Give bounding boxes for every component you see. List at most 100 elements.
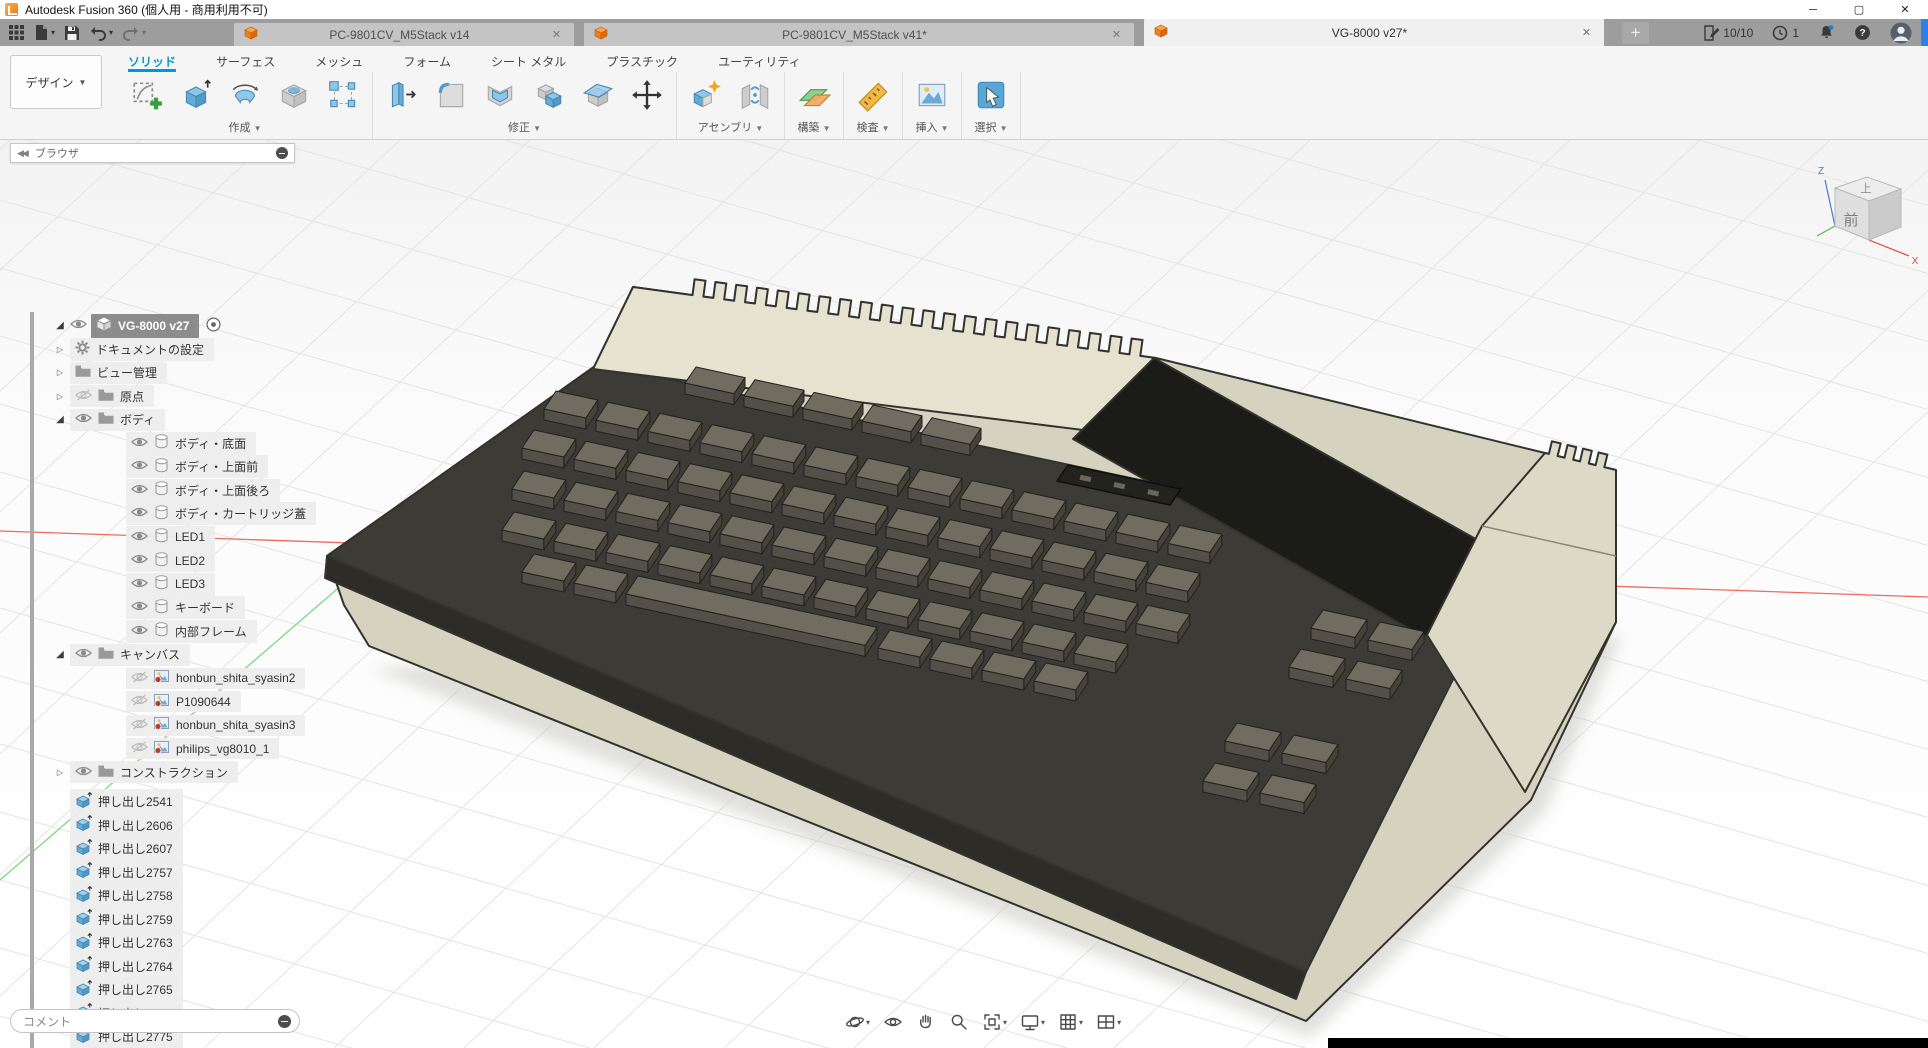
visibility-eye-icon[interactable]	[75, 412, 92, 427]
feature-row[interactable]: 押し出し2765	[10, 978, 310, 1002]
feature-row[interactable]: 押し出し2764	[10, 955, 310, 979]
insert-canvas-button[interactable]	[909, 74, 955, 116]
ribbon-tab-3[interactable]: フォーム	[403, 53, 451, 72]
browser-tree-item[interactable]: P1090644	[10, 690, 310, 714]
browser-tree-item[interactable]: キーボード	[10, 596, 310, 620]
feature-row[interactable]: 押し出し2541	[10, 790, 310, 814]
shell-button[interactable]	[477, 74, 523, 116]
measure-button[interactable]	[850, 74, 896, 116]
extrude-button[interactable]	[173, 74, 219, 116]
browser-tree-item[interactable]: honbun_shita_syasin2	[10, 667, 310, 691]
construction-plane-button[interactable]	[791, 74, 837, 116]
browser-tree-item[interactable]: ボディ・上面後ろ	[10, 479, 310, 503]
browser-tree-item[interactable]: ▷ドキュメントの設定	[10, 338, 310, 362]
expander-collapsed-icon[interactable]: ▷	[50, 368, 70, 377]
visibility-eye-icon[interactable]	[70, 318, 87, 333]
group-dropdown-label[interactable]: 作成 ▼	[124, 118, 366, 139]
notifications-clock-button[interactable]: 1	[1772, 25, 1799, 41]
browser-tree-item[interactable]: 内部フレーム	[10, 620, 310, 644]
grid-and-snaps-icon[interactable]: ▾	[1055, 1010, 1086, 1034]
revolve-button[interactable]	[222, 74, 268, 116]
pan-icon[interactable]	[913, 1010, 939, 1034]
feature-row[interactable]: 押し出し2759	[10, 908, 310, 932]
press-pull-button[interactable]	[379, 74, 425, 116]
visibility-eye-off-icon[interactable]	[131, 694, 148, 709]
visibility-eye-icon[interactable]	[131, 577, 148, 592]
browser-tree-item[interactable]: ▷コンストラクション	[10, 761, 310, 785]
group-dropdown-label[interactable]: アセンブリ ▼	[683, 118, 778, 139]
viewports-icon[interactable]: ▾	[1093, 1010, 1124, 1034]
new-component-button[interactable]	[683, 74, 729, 116]
group-dropdown-label[interactable]: 修正 ▼	[379, 118, 670, 139]
app-launcher-icon[interactable]	[8, 24, 25, 41]
visibility-eye-icon[interactable]	[131, 459, 148, 474]
combine-button[interactable]	[526, 74, 572, 116]
ribbon-tab-1[interactable]: サーフェス	[216, 53, 275, 72]
browser-tree-item[interactable]: LED2	[10, 549, 310, 573]
undo-icon[interactable]: ▾	[89, 25, 113, 41]
tab-close-icon[interactable]: ✕	[549, 26, 564, 43]
visibility-eye-icon[interactable]	[131, 436, 148, 451]
visibility-eye-icon[interactable]	[131, 624, 148, 639]
document-tab[interactable]: PC-9801CV_M5Stack v14✕	[234, 23, 574, 46]
avatar[interactable]	[1890, 22, 1912, 44]
feature-row[interactable]: 押し出し2758	[10, 884, 310, 908]
bell-icon[interactable]	[1818, 24, 1835, 41]
ribbon-tab-5[interactable]: プラスチック	[606, 53, 678, 72]
fillet-button[interactable]	[428, 74, 474, 116]
browser-minimize-icon[interactable]	[276, 147, 288, 159]
browser-tree-item[interactable]: philips_vg8010_1	[10, 737, 310, 761]
close-button[interactable]: ✕	[1882, 0, 1928, 19]
orbit-icon[interactable]: ▾	[842, 1010, 873, 1034]
feature-row[interactable]: 押し出し2606	[10, 814, 310, 838]
expander-expanded-icon[interactable]: ◢	[50, 649, 70, 660]
move-copy-button[interactable]	[624, 74, 670, 116]
browser-tree-item[interactable]: ▷ビュー管理	[10, 361, 310, 385]
select-button[interactable]	[968, 74, 1014, 116]
visibility-eye-icon[interactable]	[131, 483, 148, 498]
group-dropdown-label[interactable]: 選択 ▼	[968, 118, 1014, 139]
tab-close-icon[interactable]: ✕	[1109, 26, 1124, 43]
group-dropdown-label[interactable]: 挿入 ▼	[909, 118, 955, 139]
maximize-button[interactable]: ▢	[1836, 0, 1882, 19]
browser-tree-item[interactable]: LED1	[10, 526, 310, 550]
browser-header[interactable]: ◀◀ ブラウザ	[10, 143, 295, 163]
workspace-switcher[interactable]: デザイン▼	[10, 55, 102, 109]
help-icon[interactable]: ?	[1854, 24, 1871, 41]
browser-tree-item[interactable]: ▷原点	[10, 385, 310, 409]
group-dropdown-label[interactable]: 検査 ▼	[850, 118, 896, 139]
look-at-icon[interactable]	[880, 1010, 906, 1034]
minimize-button[interactable]: ─	[1790, 0, 1836, 19]
visibility-eye-off-icon[interactable]	[131, 741, 148, 756]
file-menu-icon[interactable]: ▾	[34, 24, 55, 41]
ribbon-tab-2[interactable]: メッシュ	[315, 53, 363, 72]
hole-button[interactable]	[271, 74, 317, 116]
browser-tree-item[interactable]: ボディ・底面	[10, 432, 310, 456]
redo-icon[interactable]: ▾	[122, 25, 146, 41]
collapse-arrows-icon[interactable]: ◀◀	[17, 148, 27, 159]
expander-collapsed-icon[interactable]: ▷	[50, 392, 70, 401]
ribbon-tab-4[interactable]: シート メタル	[491, 53, 566, 72]
visibility-eye-off-icon[interactable]	[75, 389, 92, 404]
joint-button[interactable]	[732, 74, 778, 116]
browser-root-row[interactable]: ◢VG-8000 v27	[10, 314, 310, 338]
view-cube[interactable]: 上 前 Z X	[1805, 160, 1923, 268]
fit-icon[interactable]: ▾	[979, 1010, 1010, 1034]
feature-row[interactable]: 押し出し2757	[10, 861, 310, 885]
browser-tree-item[interactable]: LED3	[10, 573, 310, 597]
visibility-eye-off-icon[interactable]	[131, 718, 148, 733]
visibility-eye-icon[interactable]	[131, 530, 148, 545]
activate-component-radio[interactable]	[206, 317, 221, 335]
save-icon[interactable]	[64, 25, 80, 41]
expander-collapsed-icon[interactable]: ▷	[50, 345, 70, 354]
visibility-eye-off-icon[interactable]	[131, 671, 148, 686]
feature-row[interactable]: 押し出し2763	[10, 931, 310, 955]
browser-tree-item[interactable]: ボディ・カートリッジ蓋	[10, 502, 310, 526]
visibility-eye-icon[interactable]	[131, 506, 148, 521]
browser-tree-item[interactable]: ボディ・上面前	[10, 455, 310, 479]
visibility-eye-icon[interactable]	[75, 647, 92, 662]
document-tab[interactable]: VG-8000 v27*✕	[1144, 19, 1604, 46]
visibility-eye-icon[interactable]	[131, 600, 148, 615]
document-tab[interactable]: PC-9801CV_M5Stack v41*✕	[584, 23, 1134, 46]
visibility-eye-icon[interactable]	[75, 765, 92, 780]
